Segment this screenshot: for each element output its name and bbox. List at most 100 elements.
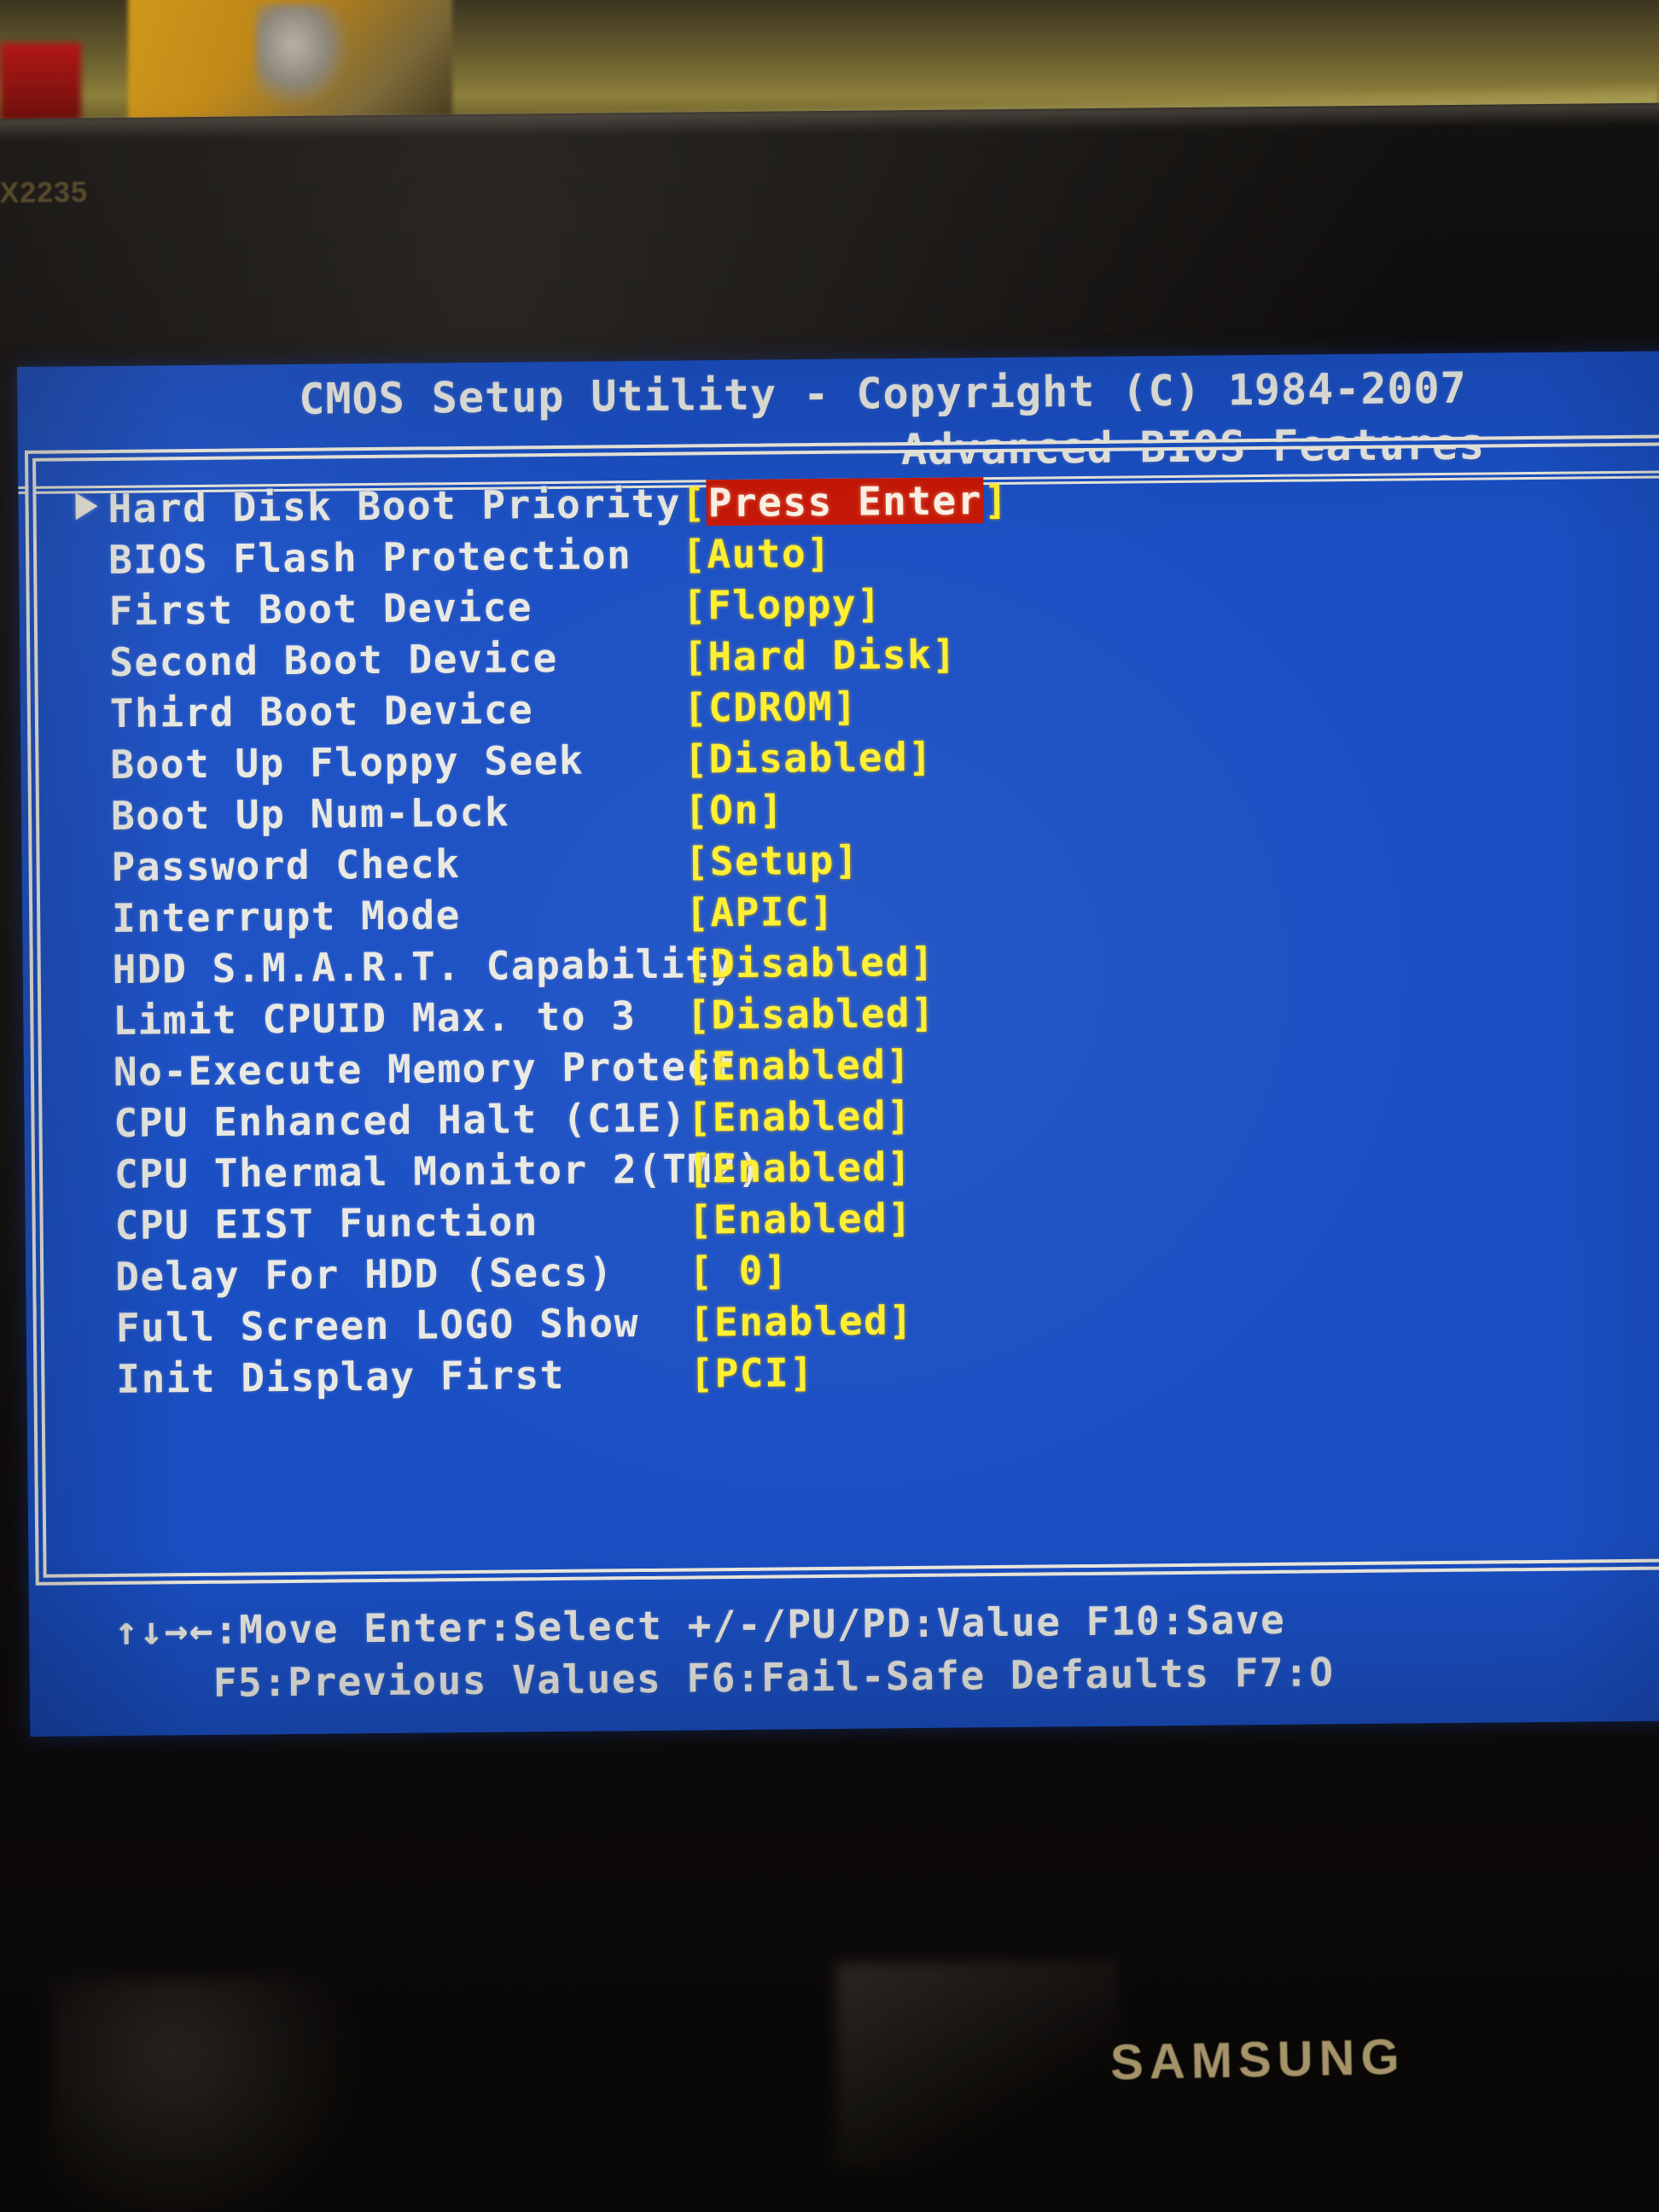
setting-label: Password Check	[111, 841, 461, 890]
setting-value[interactable]: [Floppy]	[682, 580, 882, 628]
setting-label: Second Boot Device	[109, 634, 559, 685]
setting-value[interactable]: [Enabled]	[687, 1092, 911, 1141]
setting-label: Init Display First	[116, 1351, 566, 1402]
photo-of-monitor: BX2235 SAMSUNG CMOS Setup Utility - Copy…	[0, 0, 1659, 2212]
setting-label: HDD S.M.A.R.T. Capability	[112, 940, 736, 992]
value-bracket-close: ]	[886, 1040, 911, 1088]
setting-label: Third Boot Device	[109, 686, 534, 736]
setting-label: Hard Disk Boot Priority	[108, 480, 682, 532]
setting-value-text: Disabled	[711, 989, 911, 1039]
value-bracket-close: ]	[888, 1296, 914, 1344]
value-bracket-close: ]	[907, 733, 934, 780]
poster-graphic	[256, 4, 350, 107]
value-bracket-open: [	[682, 582, 708, 629]
setting-value-text: APIC	[710, 888, 811, 936]
setting-label: No-Execute Memory Protect	[113, 1042, 737, 1095]
value-bracket-close: ]	[856, 580, 882, 627]
setting-value[interactable]: [Disabled]	[684, 734, 933, 783]
settings-list: Hard Disk Boot Priority [Press Enter] BIOS…	[75, 471, 1635, 1407]
setting-value[interactable]: [Auto]	[682, 530, 832, 578]
value-bracket-open: [	[681, 531, 707, 578]
setting-value-text: Enabled	[712, 1144, 888, 1192]
setting-label: Boot Up Num-Lock	[110, 789, 510, 839]
samsung-logo: SAMSUNG	[1109, 2029, 1406, 2091]
help-bar: ↑↓→←:Move Enter:Select +/-/PU/PD:Value F…	[29, 1592, 1659, 1706]
value-bracket-close: ]	[886, 1091, 912, 1139]
setting-label: Full Screen LOGO Show	[115, 1300, 640, 1351]
value-bracket-open: [	[690, 1350, 715, 1397]
value-bracket-close: ]	[832, 683, 859, 730]
setting-value[interactable]: [On]	[684, 786, 784, 833]
setting-value-text: Enabled	[713, 1195, 888, 1243]
setting-label: CPU Thermal Monitor 2(TM2)	[114, 1144, 763, 1197]
value-bracket-open: [	[683, 633, 708, 680]
setting-value[interactable]: [Enabled]	[690, 1297, 914, 1346]
setting-value-text: Hard Disk	[707, 631, 933, 680]
setting-value-text: PCI	[714, 1349, 790, 1397]
value-bracket-open: [	[686, 992, 712, 1039]
value-bracket-close: ]	[834, 836, 860, 883]
value-bracket-close: ]	[931, 631, 958, 678]
value-bracket-open: [	[684, 838, 711, 885]
value-bracket-close: ]	[983, 476, 1010, 524]
bezel-reflection-left	[51, 1976, 361, 2212]
setting-label: Delay For HDD (Secs)	[114, 1249, 614, 1300]
setting-value-text: Setup	[709, 836, 835, 885]
setting-value-text: Press Enter	[706, 477, 985, 527]
setting-value[interactable]: [ 0]	[689, 1247, 789, 1294]
setting-value[interactable]: [Setup]	[684, 837, 859, 885]
setting-value[interactable]: [APIC]	[685, 888, 835, 936]
bios-screen: CMOS Setup Utility - Copyright (C) 1984-…	[17, 351, 1659, 1737]
setting-value-text: Disabled	[708, 733, 909, 783]
setting-label: BIOS Flash Protection	[108, 532, 632, 583]
setting-value[interactable]: [Hard Disk]	[683, 631, 958, 679]
setting-value-text: Floppy	[707, 580, 858, 629]
value-bracket-close: ]	[887, 1194, 913, 1242]
setting-value[interactable]: [Enabled]	[688, 1195, 912, 1243]
setting-value-text: CDROM	[707, 683, 834, 731]
bios-title-copyright: CMOS Setup Utility - Copyright (C) 1984-…	[299, 363, 1468, 424]
setting-label: First Boot Device	[108, 584, 533, 634]
setting-value[interactable]: [CDROM]	[684, 684, 859, 731]
value-bracket-open: [	[686, 1043, 713, 1090]
setting-label: Limit CPUID Max. to 3	[113, 992, 637, 1044]
value-bracket-close: ]	[759, 786, 785, 833]
value-bracket-open: [	[684, 736, 709, 783]
value-bracket-close: ]	[887, 1143, 913, 1190]
value-bracket-open: [	[687, 1094, 713, 1141]
setting-value-text: Enabled	[713, 1297, 889, 1346]
help-keys-line-2: F5:Previous Values F6:Fail-Safe Defaults…	[212, 1649, 1335, 1706]
value-bracket-open: [	[683, 684, 709, 731]
setting-value-text: Enabled	[712, 1092, 888, 1141]
setting-value-text: Enabled	[711, 1041, 887, 1090]
value-bracket-close: ]	[763, 1247, 789, 1294]
value-bracket-open: [	[687, 1145, 713, 1192]
setting-label: Boot Up Floppy Seek	[110, 736, 585, 788]
value-bracket-close: ]	[806, 529, 832, 577]
value-bracket-open: [	[684, 889, 711, 936]
setting-value-text: Auto	[707, 530, 807, 578]
setting-value-text: On	[708, 786, 760, 834]
setting-value-text: 0	[713, 1247, 765, 1295]
setting-label: CPU EIST Function	[114, 1198, 539, 1249]
setting-value[interactable]: [PCI]	[690, 1349, 815, 1396]
bezel-reflection-right	[835, 1959, 1121, 2168]
help-keys-line-1: ↑↓→←:Move Enter:Select +/-/PU/PD:Value F…	[114, 1596, 1286, 1654]
value-bracket-close: ]	[789, 1349, 815, 1396]
setting-value[interactable]: [Disabled]	[686, 990, 935, 1039]
value-bracket-close: ]	[910, 989, 936, 1036]
value-bracket-close: ]	[809, 888, 835, 935]
monitor-model-label: BX2235	[0, 176, 89, 210]
value-bracket-close: ]	[910, 938, 935, 985]
setting-label: CPU Enhanced Halt (C1E)	[114, 1094, 688, 1146]
setting-value[interactable]: [Press Enter]	[681, 477, 1009, 527]
value-bracket-open: [	[689, 1299, 715, 1346]
setting-value[interactable]: [Enabled]	[687, 1041, 911, 1090]
selection-cursor-icon	[75, 492, 98, 521]
value-bracket-open: [	[688, 1248, 714, 1295]
setting-label: Interrupt Mode	[111, 892, 462, 941]
setting-value[interactable]: [Disabled]	[685, 939, 934, 987]
setting-value-text: Disabled	[710, 938, 911, 987]
value-bracket-open: [	[688, 1196, 714, 1243]
setting-value[interactable]: [Enabled]	[688, 1144, 912, 1192]
